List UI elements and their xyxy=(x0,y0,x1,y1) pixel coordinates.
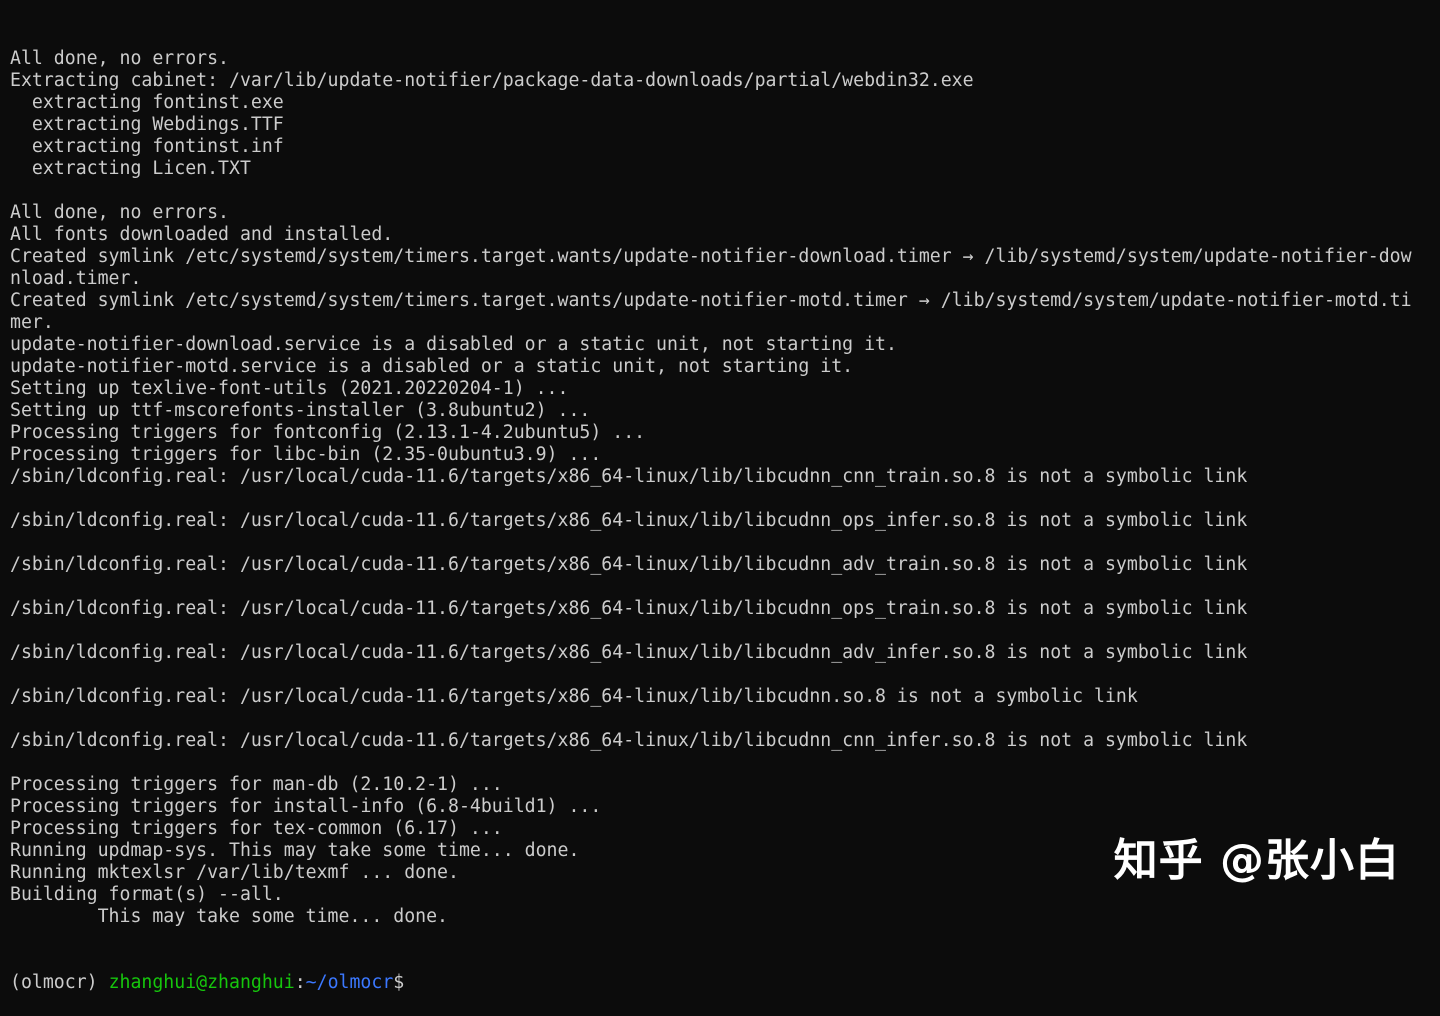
terminal-line: Extracting cabinet: /var/lib/update-noti… xyxy=(10,70,974,91)
terminal-cursor[interactable] xyxy=(404,972,414,992)
prompt-colon: : xyxy=(294,972,306,993)
terminal-line: /sbin/ldconfig.real: /usr/local/cuda-11.… xyxy=(10,466,1248,487)
prompt-symbol: $ xyxy=(393,972,405,993)
terminal-line: update-notifier-download.service is a di… xyxy=(10,334,897,355)
terminal-line: All done, no errors. xyxy=(10,48,229,69)
terminal-line: Processing triggers for libc-bin (2.35-0… xyxy=(10,444,602,465)
terminal-line: extracting Webdings.TTF xyxy=(10,114,284,135)
terminal-line: This may take some time... done. xyxy=(10,906,448,927)
terminal-line: Created symlink /etc/systemd/system/time… xyxy=(10,290,1412,311)
terminal-line: extracting fontinst.inf xyxy=(10,136,284,157)
terminal-line: extracting Licen.TXT xyxy=(10,158,251,179)
terminal-line: Processing triggers for install-info (6.… xyxy=(10,796,602,817)
terminal-lines: All done, no errors. Extracting cabinet: … xyxy=(10,48,1435,928)
terminal-line: All done, no errors. xyxy=(10,202,229,223)
prompt-user-host: zhanghui@zhanghui xyxy=(108,972,295,993)
terminal-line: Processing triggers for man-db (2.10.2-1… xyxy=(10,774,503,795)
terminal-line: /sbin/ldconfig.real: /usr/local/cuda-11.… xyxy=(10,554,1248,575)
terminal-line: /sbin/ldconfig.real: /usr/local/cuda-11.… xyxy=(10,730,1248,751)
terminal-line: All fonts downloaded and installed. xyxy=(10,224,394,245)
zhihu-watermark: 知乎 @张小白 xyxy=(1113,835,1400,886)
terminal-line: /sbin/ldconfig.real: /usr/local/cuda-11.… xyxy=(10,686,1138,707)
terminal-line: Processing triggers for fontconfig (2.13… xyxy=(10,422,646,443)
shell-prompt[interactable]: (olmocr) zhanghui@zhanghui:~/olmocr$ xyxy=(10,972,1435,994)
terminal-line: mer. xyxy=(10,312,54,333)
terminal-line: update-notifier-motd.service is a disabl… xyxy=(10,356,854,377)
terminal-line: Setting up ttf-mscorefonts-installer (3.… xyxy=(10,400,591,421)
prompt-path: ~/olmocr xyxy=(305,972,394,993)
prompt-conda-env: (olmocr) xyxy=(10,972,98,993)
terminal-line: extracting fontinst.exe xyxy=(10,92,284,113)
terminal-line: /sbin/ldconfig.real: /usr/local/cuda-11.… xyxy=(10,510,1248,531)
terminal-line: /sbin/ldconfig.real: /usr/local/cuda-11.… xyxy=(10,642,1248,663)
terminal-line: Setting up texlive-font-utils (2021.2022… xyxy=(10,378,569,399)
terminal-line: /sbin/ldconfig.real: /usr/local/cuda-11.… xyxy=(10,598,1248,619)
terminal-line: nload.timer. xyxy=(10,268,142,289)
terminal-line: Created symlink /etc/systemd/system/time… xyxy=(10,246,1412,267)
